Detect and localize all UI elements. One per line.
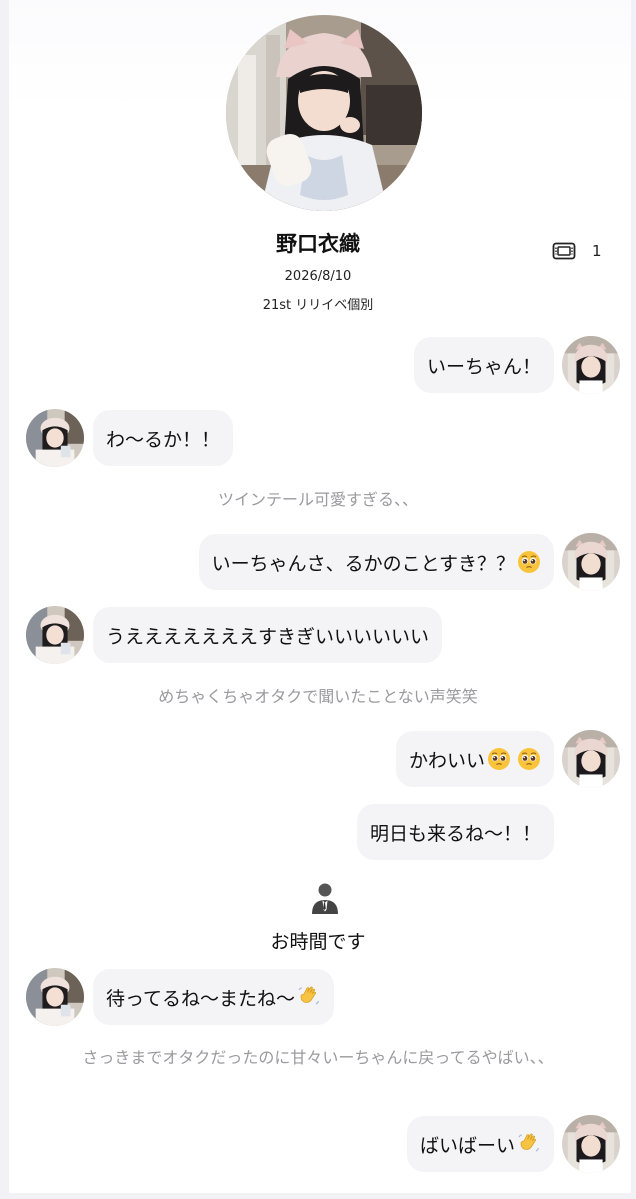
message-bubble: 待ってるね〜またね〜 xyxy=(93,969,335,1025)
message-text: わ〜るか！！ xyxy=(106,428,221,451)
member-avatar[interactable] xyxy=(26,606,84,664)
chat-screen: 野口衣織 2026/8/10 21st リリイベ個別 1 いーちゃん！ わ〜るか… xyxy=(0,0,636,1199)
note-text: めちゃくちゃオタクで聞いたことない声笑笑 xyxy=(158,687,478,706)
user-avatar[interactable] xyxy=(562,730,620,788)
note-text: さっきまでオタクだったのに甘々いーちゃんに戻ってるやばい、、 xyxy=(82,1048,554,1067)
staff-message: お時間です xyxy=(270,931,366,953)
pleading-face-emoji xyxy=(517,747,541,771)
message-text: 明日も来るね〜！！ xyxy=(369,822,541,845)
member-avatar[interactable] xyxy=(26,409,84,467)
message-bubble: ばいばーい xyxy=(406,1116,554,1172)
message-bubble: いーちゃんさ、るかのことすき？？ xyxy=(198,534,554,590)
message-text: うえええええええすきぎいいいいいい xyxy=(106,625,430,648)
message-bubble: わ〜るか！！ xyxy=(93,410,234,466)
event-name: 21st リリイベ個別 xyxy=(262,298,374,313)
user-avatar[interactable] xyxy=(562,1115,620,1173)
left-edge xyxy=(0,0,9,1199)
profile-name: 野口衣織 xyxy=(276,232,360,256)
waving-hand-emoji xyxy=(517,1132,541,1156)
note-text: ツインテール可愛すぎる、、 xyxy=(217,490,418,509)
staff-person-icon xyxy=(312,883,338,914)
user-avatar[interactable] xyxy=(562,336,620,394)
message-text: 待ってるね〜またね〜 xyxy=(106,987,296,1010)
pleading-face-emoji xyxy=(517,550,541,574)
pleading-face-emoji xyxy=(487,747,511,771)
ticket-icon[interactable] xyxy=(552,241,576,261)
message-text: ばいばーい xyxy=(419,1134,515,1157)
message-bubble: かわいい xyxy=(395,731,554,787)
ticket-count: 1 xyxy=(592,242,602,260)
right-edge xyxy=(631,0,636,1199)
bottom-edge xyxy=(0,1193,636,1199)
message-bubble: うえええええええすきぎいいいいいい xyxy=(93,607,443,663)
profile-avatar[interactable] xyxy=(226,15,422,211)
waving-hand-emoji xyxy=(297,985,321,1009)
message-bubble: いーちゃん！ xyxy=(413,337,554,393)
session-date: 2026/8/10 xyxy=(284,269,352,284)
user-avatar[interactable] xyxy=(562,533,620,591)
message-text: かわいい xyxy=(408,749,485,772)
member-avatar[interactable] xyxy=(26,968,84,1026)
message-bubble: 明日も来るね〜！！ xyxy=(356,804,554,860)
message-text: いーちゃん！ xyxy=(426,355,541,378)
message-text: いーちゃんさ、るかのことすき？？ xyxy=(211,552,515,575)
